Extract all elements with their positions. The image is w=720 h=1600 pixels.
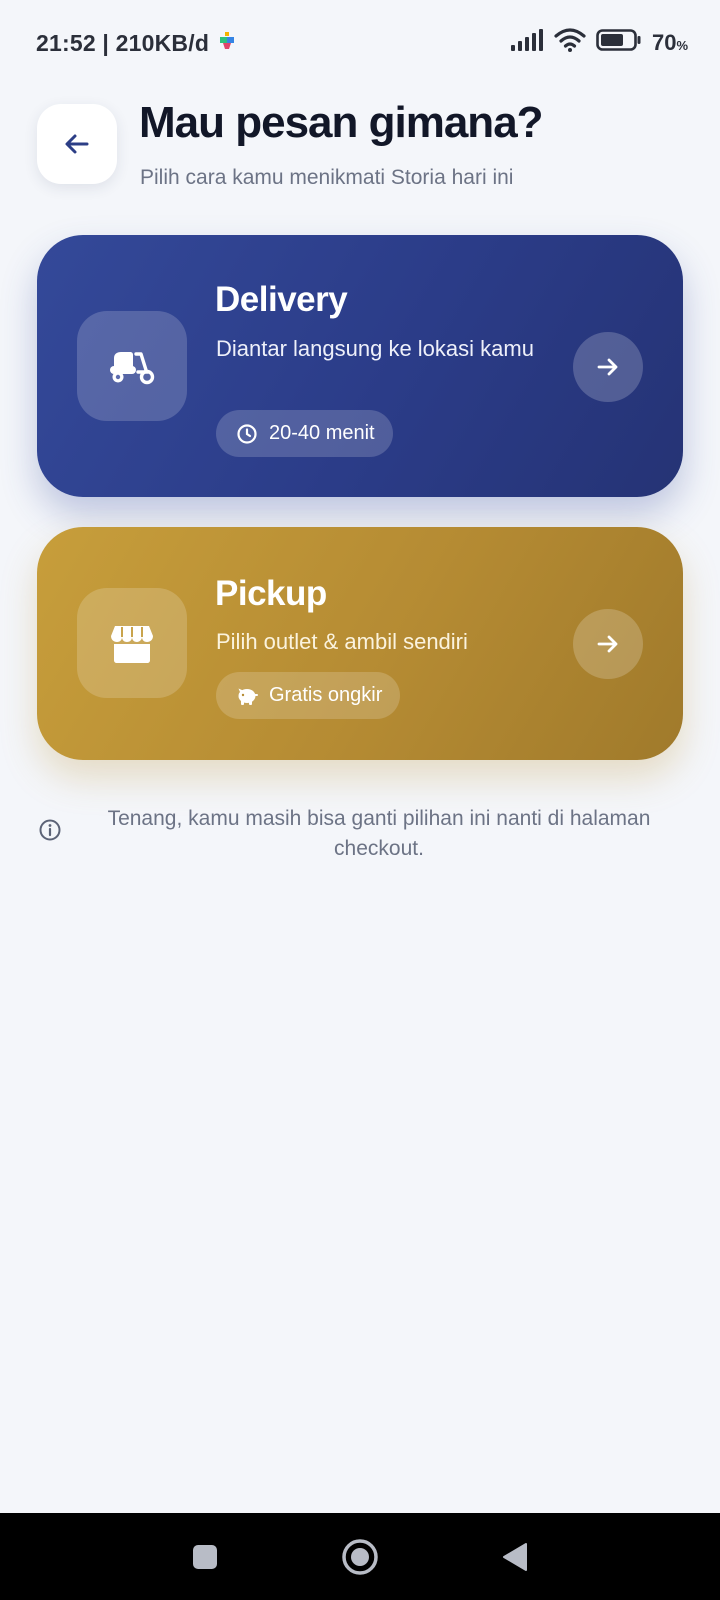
battery-icon [596,29,642,56]
pickup-arrow-button[interactable] [573,609,643,679]
circle-home-icon [342,1538,378,1575]
delivery-title: Delivery [215,280,348,319]
delivery-icon-box [77,311,187,421]
arrow-right-icon [597,358,618,376]
system-navigation-bar [0,1513,720,1600]
triangle-back-icon [503,1542,527,1571]
home-button[interactable] [335,1513,385,1600]
battery-percent-unit: % [676,37,688,53]
delivery-arrow-button[interactable] [573,332,643,402]
signal-icon [510,29,544,56]
pickup-title: Pickup [215,574,327,613]
page-title: Mau pesan gimana? [139,98,544,147]
app-notification-icon [217,31,237,56]
battery-percent: 70% [652,30,688,56]
pickup-icon-box [77,588,187,698]
delivery-time-label: 20-40 menit [269,422,375,444]
order-method-screen: 21:52 | 210KB/d 70% Mau pesan gimana? Pi… [0,0,720,1600]
info-icon [38,818,62,847]
pickup-free-shipping-label: Gratis ongkir [269,684,383,706]
back-button[interactable] [37,104,117,184]
delivery-option-card[interactable]: Delivery Diantar langsung ke lokasi kamu… [37,235,683,497]
delivery-time-chip: 20-40 menit [216,410,393,457]
arrow-right-icon [597,635,618,653]
recent-apps-button[interactable] [180,1513,230,1600]
store-icon [111,626,153,663]
pickup-free-shipping-chip: Gratis ongkir [216,672,401,719]
scooter-icon [110,352,155,385]
info-note: Tenang, kamu masih bisa ganti pilihan in… [107,807,651,860]
pickup-description: Pilih outlet & ambil sendiri [216,629,468,654]
delivery-description: Diantar langsung ke lokasi kamu [216,336,534,361]
wifi-icon [554,28,586,57]
arrow-left-icon [65,134,89,154]
battery-percent-value: 70 [651,29,677,55]
status-time: 21:52 | 210KB/d [36,30,210,56]
pickup-option-card[interactable]: Pickup Pilih outlet & ambil sendiri Grat… [37,527,683,760]
clock-icon [237,423,257,444]
status-bar: 21:52 | 210KB/d 70% [0,0,720,92]
status-left: 21:52 | 210KB/d [36,30,237,57]
piggy-bank-icon [238,688,258,705]
square-icon [193,1544,217,1569]
status-right: 70% [510,28,688,57]
system-back-button[interactable] [490,1513,540,1600]
page-subtitle: Pilih cara kamu menikmati Storia hari in… [140,166,514,189]
